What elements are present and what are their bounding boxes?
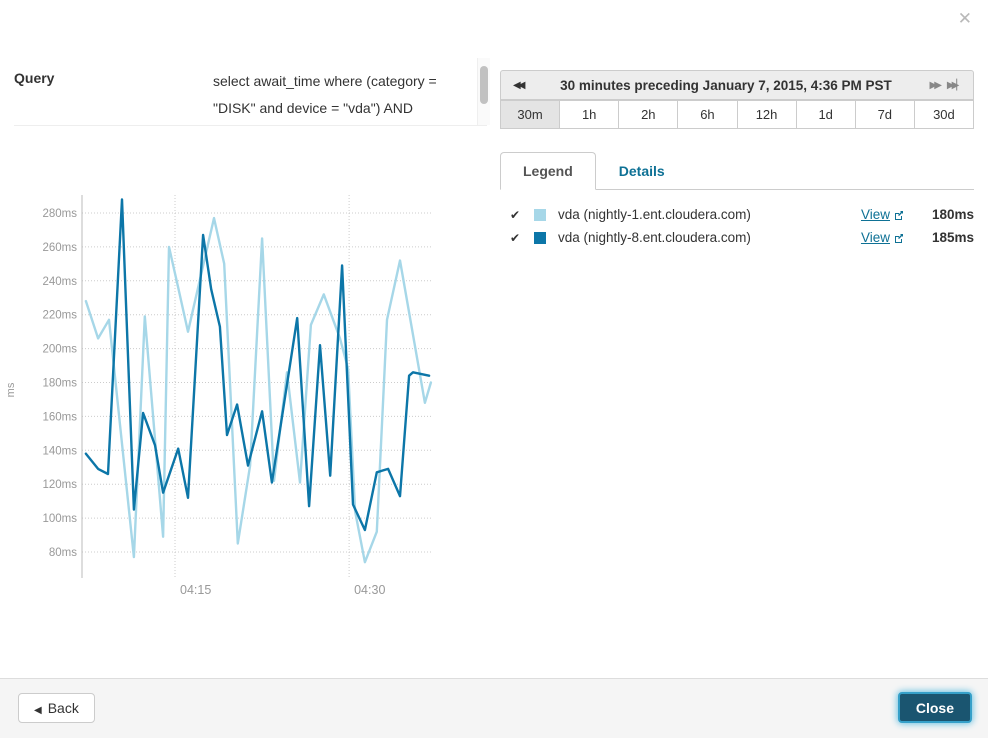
y-tick-label: 140ms <box>42 445 77 457</box>
series-current-value: 180ms <box>910 207 974 222</box>
tab-bar: LegendDetails <box>500 152 974 190</box>
range-button-7d[interactable]: 7d <box>855 100 915 129</box>
y-tick-label: 240ms <box>42 276 77 288</box>
y-tick-label: 280ms <box>42 208 77 220</box>
y-tick-label: 120ms <box>42 479 77 491</box>
time-range-title: 30 minutes preceding January 7, 2015, 4:… <box>526 78 925 93</box>
external-link-icon <box>894 210 904 220</box>
series-line-0 <box>86 218 431 562</box>
await-time-chart: 80ms 100ms 120ms 140ms 160ms 180ms 200ms 220ms 2… <box>0 190 480 610</box>
fast-forward-icon[interactable]: ▶▶ <box>926 80 943 91</box>
series-color-swatch <box>534 209 546 221</box>
view-link[interactable]: View <box>861 207 890 222</box>
back-button[interactable]: ◀Back <box>18 693 95 723</box>
chart-canvas: 80ms 100ms 120ms 140ms 160ms 180ms 200ms 220ms 2… <box>0 190 480 610</box>
series-name: vda (nightly-1.ent.cloudera.com) <box>558 207 861 222</box>
time-range-selector: ◀◀ 30 minutes preceding January 7, 2015,… <box>500 70 974 129</box>
range-button-12h[interactable]: 12h <box>737 100 797 129</box>
legend-panel: LegendDetails ✔ vda (nightly-1.ent.cloude… <box>500 152 974 597</box>
legend-row: ✔ vda (nightly-1.ent.cloudera.com)View 180… <box>500 203 974 226</box>
y-axis-title: ms <box>5 382 17 397</box>
y-tick-label: 80ms <box>49 547 77 559</box>
query-label: Query <box>14 70 54 86</box>
range-button-1h[interactable]: 1h <box>559 100 619 129</box>
query-scrollbar-thumb[interactable] <box>480 66 488 104</box>
y-tick-label: 180ms <box>42 378 77 390</box>
range-button-2h[interactable]: 2h <box>618 100 678 129</box>
chart-detail-modal: ✕ Query select await_time where (categor… <box>0 0 988 738</box>
rewind-icon[interactable]: ◀◀ <box>509 80 526 91</box>
back-chevron-icon: ◀ <box>34 705 42 716</box>
time-range-header: ◀◀ 30 minutes preceding January 7, 2015,… <box>500 70 974 100</box>
range-button-30m[interactable]: 30m <box>500 100 560 129</box>
series-current-value: 185ms <box>910 230 974 245</box>
range-button-6h[interactable]: 6h <box>677 100 737 129</box>
y-tick-label: 260ms <box>42 242 77 254</box>
close-icon[interactable]: ✕ <box>958 10 972 27</box>
y-tick-label: 200ms <box>42 344 77 356</box>
series-enabled-check-icon[interactable]: ✔ <box>500 231 534 245</box>
y-tick-label: 220ms <box>42 310 77 322</box>
tab-legend[interactable]: Legend <box>500 152 596 190</box>
skip-to-now-icon[interactable]: ▶▶▏ <box>943 80 965 91</box>
query-scrollbar[interactable] <box>477 58 490 125</box>
y-tick-label: 160ms <box>42 411 77 423</box>
x-tick-label: 04:30 <box>354 583 385 597</box>
series-line-1 <box>86 199 429 530</box>
series-name: vda (nightly-8.ent.cloudera.com) <box>558 230 861 245</box>
legend-row: ✔ vda (nightly-8.ent.cloudera.com)View 185… <box>500 226 974 249</box>
time-range-buttons: 30m1h2h6h12h1d7d30d <box>500 100 974 129</box>
series-color-swatch <box>534 232 546 244</box>
range-button-1d[interactable]: 1d <box>796 100 856 129</box>
y-tick-label: 100ms <box>42 513 77 525</box>
divider <box>14 125 487 126</box>
range-button-30d[interactable]: 30d <box>914 100 974 129</box>
footer-bar: ◀Back Close <box>0 678 988 738</box>
tab-details[interactable]: Details <box>596 152 688 190</box>
query-text: select await_time where (category = "DIS… <box>213 68 475 125</box>
x-tick-label: 04:15 <box>180 583 211 597</box>
series-enabled-check-icon[interactable]: ✔ <box>500 208 534 222</box>
view-link[interactable]: View <box>861 230 890 245</box>
external-link-icon <box>894 233 904 243</box>
legend-rows: ✔ vda (nightly-1.ent.cloudera.com)View 180… <box>500 190 974 249</box>
close-button[interactable]: Close <box>898 692 972 723</box>
